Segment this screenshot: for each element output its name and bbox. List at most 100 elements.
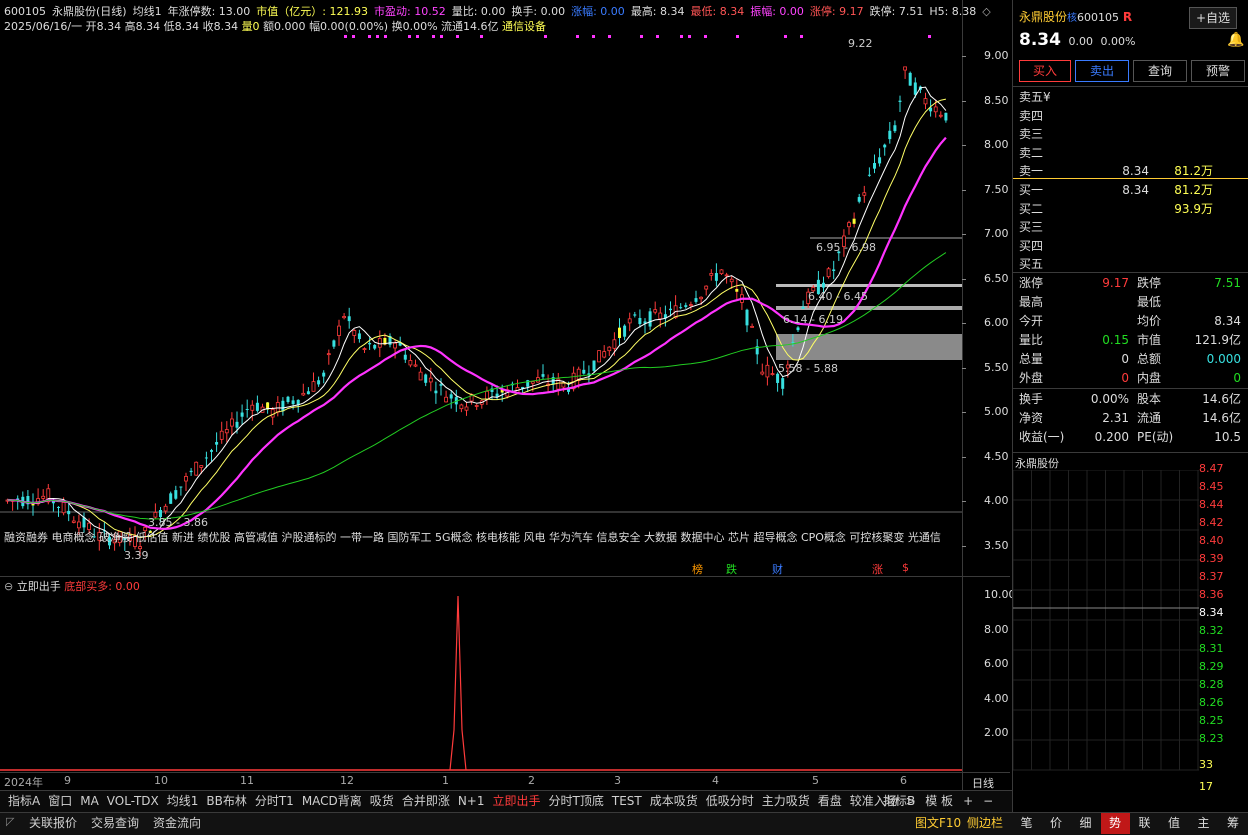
- candle: [219, 421, 224, 444]
- candle: [765, 356, 770, 386]
- intraday-mini-chart[interactable]: [1013, 470, 1199, 790]
- trade-query-tab[interactable]: 交易查询: [86, 813, 144, 834]
- signal-dot: [432, 35, 435, 38]
- candle: [618, 318, 621, 346]
- price-axis-tick: 5.00: [984, 405, 1009, 418]
- row-label: 买二: [1019, 201, 1044, 216]
- candle: [337, 319, 341, 346]
- indicator-tab-right[interactable]: 指标B: [878, 791, 920, 812]
- indicator-tab[interactable]: BB布林: [202, 791, 250, 812]
- candle: [627, 312, 632, 332]
- side-tab[interactable]: 势: [1100, 813, 1130, 834]
- candle: [286, 395, 290, 404]
- indicator-tab[interactable]: VOL-TDX: [103, 791, 163, 812]
- side-tab[interactable]: 筹: [1219, 813, 1248, 834]
- candle: [750, 323, 754, 328]
- concept-tags[interactable]: 融资融券 电商概念 破净股 低估值 新进 绩优股 高管减值 沪股通标的 一带一路…: [4, 529, 941, 545]
- price-axis: 9.00 8.50 8.00 7.50 7.00 6.50 6.00 5.50 5.00 4.50…: [962, 0, 1010, 576]
- signal-dot: [640, 35, 643, 38]
- side-tab[interactable]: 细: [1071, 813, 1100, 834]
- indicator-tab[interactable]: MACD背离: [298, 791, 366, 812]
- ladder-price: 8.26: [1199, 696, 1224, 709]
- turnover: 换手: 0.00: [511, 5, 566, 18]
- indicator-tab-right[interactable]: −: [978, 791, 998, 812]
- side-tab[interactable]: 价: [1042, 813, 1071, 834]
- indicator-axis-tick: 2.00: [984, 726, 1009, 739]
- ladder-price: 8.31: [1199, 642, 1224, 655]
- indicator-tab-right[interactable]: +: [958, 791, 978, 812]
- candle: [893, 120, 897, 133]
- indicator-tab[interactable]: MA: [76, 791, 103, 812]
- candlestick-chart[interactable]: [0, 30, 962, 576]
- candle: [210, 448, 213, 462]
- x-axis-label: 2024年: [4, 776, 43, 789]
- candle: [653, 301, 658, 315]
- indicator-tab[interactable]: 低吸分时: [702, 791, 758, 812]
- indicator-tab[interactable]: 立即出手: [489, 791, 545, 812]
- stat-label: 换手: [1019, 392, 1044, 406]
- signal-dot: [440, 35, 443, 38]
- candle: [306, 387, 310, 395]
- side-tab[interactable]: 联: [1130, 813, 1159, 834]
- signal-dot: [688, 35, 691, 38]
- indicator-chart[interactable]: [0, 590, 962, 772]
- price-axis-tick-mark: [962, 323, 966, 324]
- candle: [424, 373, 428, 387]
- signal-dot: [352, 35, 355, 38]
- ma-label[interactable]: 均线1: [133, 5, 162, 18]
- signal-dot: [384, 35, 387, 38]
- row-label: 卖四: [1019, 108, 1044, 123]
- related-quotes-tab[interactable]: 关联报价: [24, 813, 82, 834]
- candle: [474, 403, 479, 410]
- indicator-tab[interactable]: 指标A: [4, 791, 44, 812]
- ladder-price: 8.23: [1199, 732, 1224, 745]
- marker-die[interactable]: 跌: [726, 561, 737, 577]
- indicator-tab-right[interactable]: 模 板: [920, 791, 958, 812]
- price-axis-tick-mark: [962, 145, 966, 146]
- main-chart-area[interactable]: 600105 永鼎股份(日线) 均线1 年涨停数: 13.00 市值（亿元）: 121.…: [0, 0, 1016, 791]
- candle: [679, 303, 683, 310]
- price-axis-tick: 6.50: [984, 271, 1009, 285]
- indicator-tab[interactable]: 合并即涨: [398, 791, 454, 812]
- indicator-tabs: 指标A 窗口 MA VOL-TDX 均线1 BB布林 分时T1 MACD背离 吸货 合并即涨 N+1…: [4, 791, 920, 812]
- candle: [781, 375, 785, 396]
- marker-cai[interactable]: 财: [772, 561, 783, 577]
- side-tab[interactable]: 笔: [1012, 813, 1041, 834]
- x-axis-period[interactable]: 日线: [972, 775, 994, 791]
- candle: [357, 329, 361, 343]
- candle: [857, 193, 861, 204]
- candle: [633, 311, 637, 318]
- f10-tab[interactable]: 图文F10: [910, 813, 966, 834]
- x-axis-label: 4: [712, 774, 719, 787]
- stat-label: PE(动): [1137, 430, 1174, 444]
- indicator-tab[interactable]: 吸货: [366, 791, 398, 812]
- stat-value: 14.6亿: [1202, 411, 1241, 425]
- marker-dollar[interactable]: $: [902, 561, 909, 574]
- sell-level: 卖五¥: [1019, 88, 1243, 106]
- side-tab[interactable]: 值: [1160, 813, 1189, 834]
- limit-down: 跌停: 7.51: [869, 5, 924, 18]
- fund-flow-tab[interactable]: 资金流向: [148, 813, 206, 834]
- candle: [908, 71, 912, 86]
- indicator-tab[interactable]: 看盘: [814, 791, 846, 812]
- indicator-tab[interactable]: 成本吸货: [646, 791, 702, 812]
- indicator-tab[interactable]: 窗口: [44, 791, 76, 812]
- side-tab[interactable]: 主: [1189, 813, 1218, 834]
- candle: [26, 490, 30, 510]
- candle: [883, 143, 887, 156]
- indicator-tab[interactable]: 均线1: [163, 791, 203, 812]
- marker-bang[interactable]: 榜: [692, 561, 703, 577]
- indicator-tab[interactable]: N+1: [454, 791, 489, 812]
- row-label: 卖二: [1019, 145, 1044, 160]
- quote-stat-row: 今开 均价 8.34: [1019, 312, 1243, 330]
- divider: [1013, 272, 1248, 273]
- marker-zhang[interactable]: 涨: [872, 561, 883, 577]
- indicator-tab[interactable]: 主力吸货: [758, 791, 814, 812]
- ma20-line: [7, 136, 947, 530]
- indicator-tab[interactable]: TEST: [608, 791, 646, 812]
- indicator-tab[interactable]: 分时T顶底: [545, 791, 608, 812]
- candle: [643, 318, 647, 334]
- sidebar-toggle-tab[interactable]: 侧边栏: [962, 813, 1008, 834]
- corner-icon[interactable]: ◸: [6, 815, 14, 828]
- indicator-tab[interactable]: 分时T1: [251, 791, 298, 812]
